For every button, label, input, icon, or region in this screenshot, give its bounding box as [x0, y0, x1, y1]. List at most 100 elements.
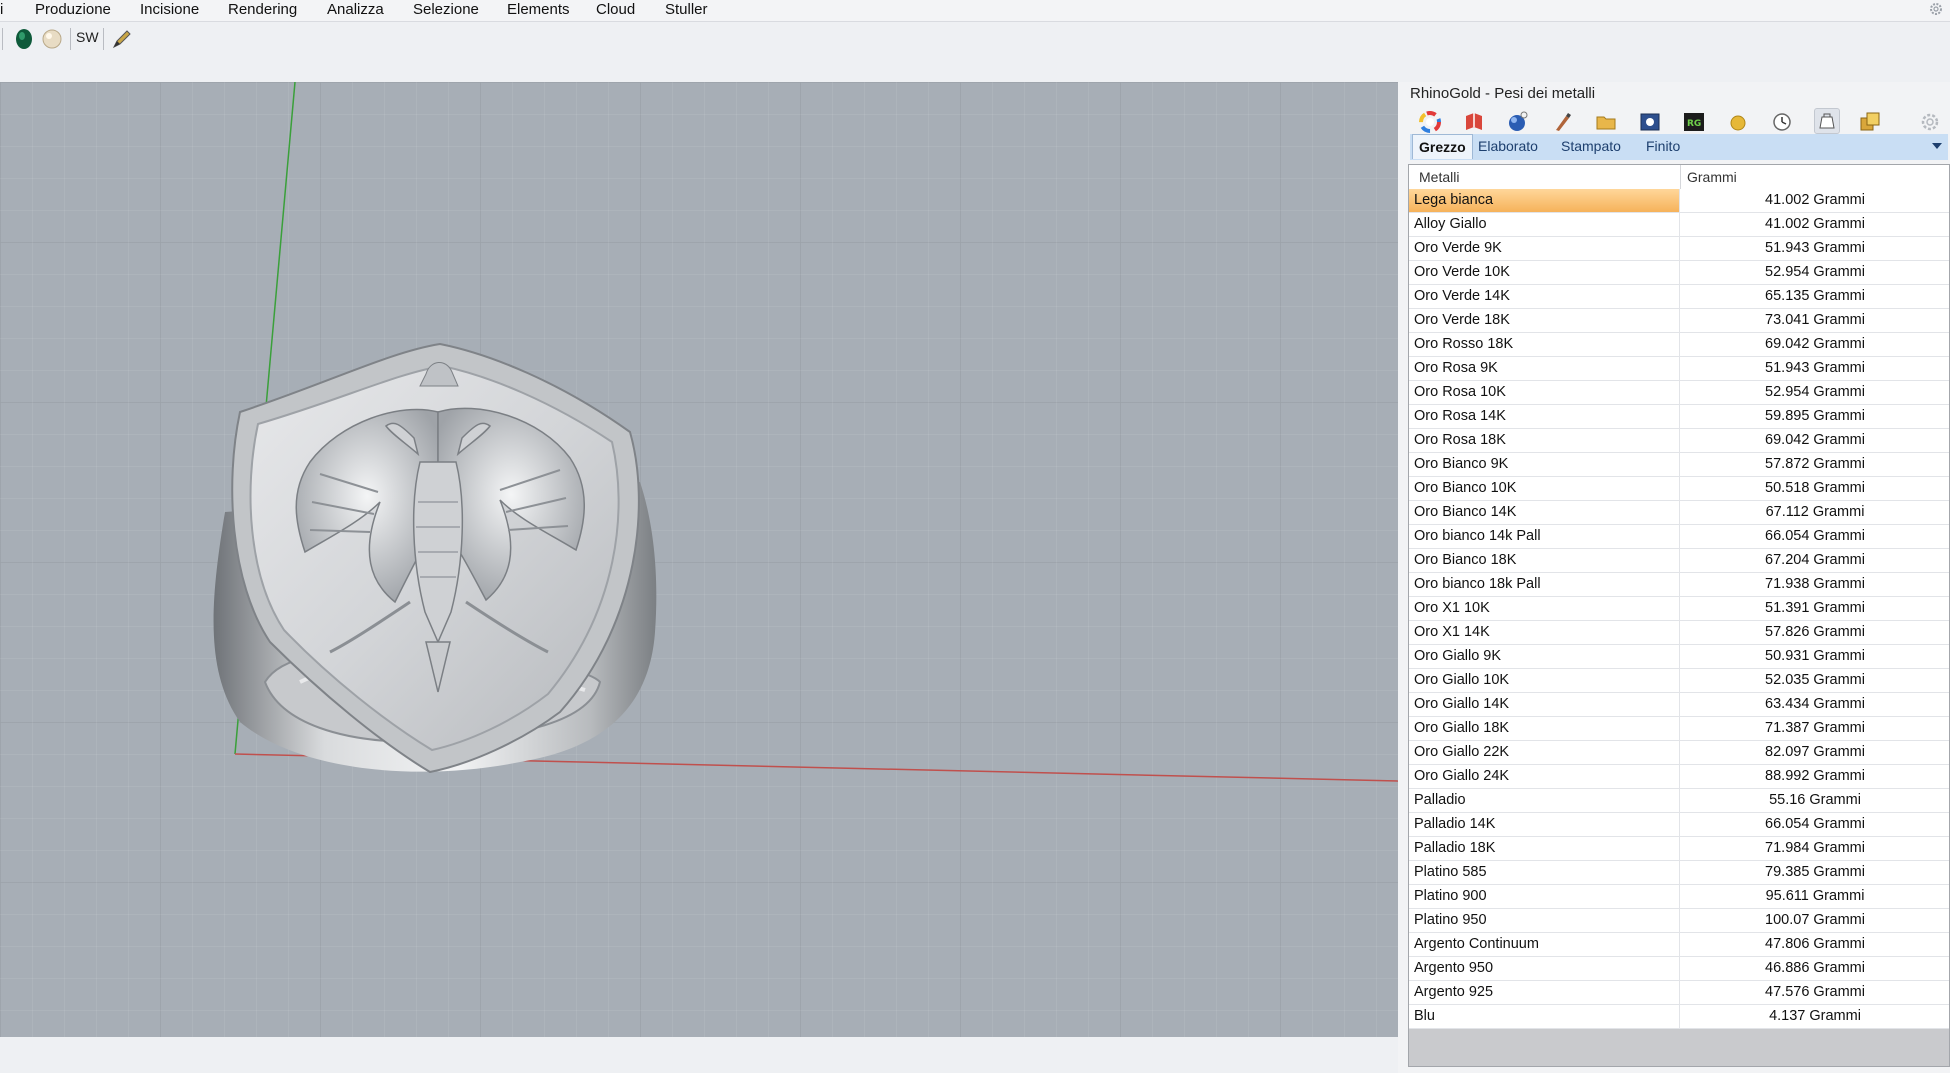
column-divider[interactable] [1680, 165, 1681, 189]
table-body: Lega bianca 41.002 Grammi Alloy Giallo 41.0… [1409, 189, 1949, 1029]
metal-name-cell: Oro Giallo 9K [1409, 645, 1680, 668]
clock-icon[interactable] [1770, 110, 1794, 134]
table-row[interactable]: Platino 950 100.07 Grammi [1409, 909, 1949, 933]
table-row[interactable]: Oro Verde 14K 65.135 Grammi [1409, 285, 1949, 309]
menu-item-cloud[interactable]: Cloud [596, 1, 635, 18]
tab-finito[interactable]: Finito [1646, 138, 1680, 154]
table-row[interactable]: Oro Rosa 10K 52.954 Grammi [1409, 381, 1949, 405]
table-row[interactable]: Palladio 18K 71.984 Grammi [1409, 837, 1949, 861]
menu-item-incisione[interactable]: Incisione [140, 1, 199, 18]
metal-name-cell: Oro Giallo 22K [1409, 741, 1680, 764]
table-row[interactable]: Oro Rosa 18K 69.042 Grammi [1409, 429, 1949, 453]
table-row[interactable]: Platino 585 79.385 Grammi [1409, 861, 1949, 885]
table-row[interactable]: Oro Bianco 14K 67.112 Grammi [1409, 501, 1949, 525]
menu-item-stuller[interactable]: Stuller [665, 1, 708, 18]
gem-settings-icon[interactable] [1506, 110, 1530, 134]
menu-item-partial[interactable]: i [0, 1, 3, 18]
menu-item-rendering[interactable]: Rendering [228, 1, 297, 18]
column-header-metalli[interactable]: Metalli [1419, 169, 1459, 185]
menu-item-produzione[interactable]: Produzione [35, 1, 111, 18]
grams-cell: 71.984 Grammi [1765, 840, 1865, 856]
settings-gear-icon[interactable] [1928, 1, 1944, 17]
gem-icon[interactable] [12, 27, 36, 51]
table-row[interactable]: Oro X1 14K 57.826 Grammi [1409, 621, 1949, 645]
table-row[interactable]: Oro Verde 9K 51.943 Grammi [1409, 237, 1949, 261]
grams-cell: 71.938 Grammi [1765, 576, 1865, 592]
table-row[interactable]: Lega bianca 41.002 Grammi [1409, 189, 1949, 213]
panel-settings-gear-icon[interactable] [1918, 110, 1942, 134]
metal-name-cell: Oro Rosa 14K [1409, 405, 1680, 428]
table-row[interactable]: Palladio 55.16 Grammi [1409, 789, 1949, 813]
menu-item-elements[interactable]: Elements [507, 1, 570, 18]
table-row[interactable]: Oro Rosa 9K 51.943 Grammi [1409, 357, 1949, 381]
table-row[interactable]: Oro bianco 14k Pall 66.054 Grammi [1409, 525, 1949, 549]
table-row[interactable]: Oro Verde 18K 73.041 Grammi [1409, 309, 1949, 333]
table-row[interactable]: Blu 4.137 Grammi [1409, 1005, 1949, 1029]
table-row[interactable]: Oro Bianco 9K 57.872 Grammi [1409, 453, 1949, 477]
metal-name-cell: Platino 900 [1409, 885, 1680, 908]
metal-name-cell: Oro Rosso 18K [1409, 333, 1680, 356]
tab-stampato[interactable]: Stampato [1561, 138, 1621, 154]
menu-item-selezione[interactable]: Selezione [413, 1, 479, 18]
table-row[interactable]: Oro Verde 10K 52.954 Grammi [1409, 261, 1949, 285]
table-row[interactable]: Oro Rosa 14K 59.895 Grammi [1409, 405, 1949, 429]
table-row[interactable]: Oro Giallo 10K 52.035 Grammi [1409, 669, 1949, 693]
table-row[interactable]: Argento 950 46.886 Grammi [1409, 957, 1949, 981]
table-row[interactable]: Oro Bianco 18K 67.204 Grammi [1409, 549, 1949, 573]
table-row[interactable]: Palladio 14K 66.054 Grammi [1409, 813, 1949, 837]
metals-icon[interactable] [1858, 110, 1882, 134]
metal-name-cell: Palladio [1409, 789, 1680, 812]
grams-cell: 100.07 Grammi [1765, 912, 1865, 928]
tabs-dropdown-arrow-icon[interactable] [1932, 143, 1942, 149]
grams-cell: 51.391 Grammi [1765, 600, 1865, 616]
rg-logo-icon[interactable]: RG [1682, 110, 1706, 134]
pearl-icon[interactable] [40, 27, 64, 51]
tab-elaborato[interactable]: Elaborato [1478, 138, 1538, 154]
column-header-grammi[interactable]: Grammi [1687, 169, 1737, 185]
metal-name-cell: Oro Bianco 9K [1409, 453, 1680, 476]
table-row[interactable]: Oro Bianco 10K 50.518 Grammi [1409, 477, 1949, 501]
grams-cell: 59.895 Grammi [1765, 408, 1865, 424]
table-row[interactable]: Argento 925 47.576 Grammi [1409, 981, 1949, 1005]
metal-name-cell: Oro bianco 18k Pall [1409, 573, 1680, 596]
table-row[interactable]: Oro Giallo 9K 50.931 Grammi [1409, 645, 1949, 669]
table-row[interactable]: Oro Giallo 14K 63.434 Grammi [1409, 693, 1949, 717]
color-wheel-icon[interactable] [1418, 110, 1442, 134]
grams-cell: 95.611 Grammi [1765, 888, 1865, 904]
metal-name-cell: Platino 950 [1409, 909, 1680, 932]
weight-icon[interactable] [1814, 108, 1840, 134]
tab-grezzo[interactable]: Grezzo [1412, 134, 1473, 159]
image-icon[interactable] [1638, 110, 1662, 134]
table-row[interactable]: Alloy Giallo 41.002 Grammi [1409, 213, 1949, 237]
metal-name-cell: Platino 585 [1409, 861, 1680, 884]
grams-cell: 51.943 Grammi [1765, 360, 1865, 376]
pencil-icon[interactable] [110, 27, 134, 51]
table-row[interactable]: Oro Giallo 24K 88.992 Grammi [1409, 765, 1949, 789]
sw-button[interactable]: SW [76, 29, 99, 45]
book-icon[interactable] [1462, 110, 1486, 134]
table-row[interactable]: Platino 900 95.611 Grammi [1409, 885, 1949, 909]
metal-name-cell: Oro Rosa 18K [1409, 429, 1680, 452]
table-row[interactable]: Oro X1 10K 51.391 Grammi [1409, 597, 1949, 621]
toolbar-separator [70, 28, 71, 50]
folder-icon[interactable] [1594, 110, 1618, 134]
table-row[interactable]: Argento Continuum 47.806 Grammi [1409, 933, 1949, 957]
menu-item-analizza[interactable]: Analizza [327, 1, 384, 18]
metal-name-cell: Oro Verde 14K [1409, 285, 1680, 308]
perspective-viewport[interactable] [0, 82, 1398, 1037]
metal-name-cell: Lega bianca [1409, 189, 1680, 212]
metals-table: Metalli Grammi Lega bianca 41.002 Grammi A… [1408, 164, 1950, 1067]
grams-cell: 50.518 Grammi [1765, 480, 1865, 496]
metal-name-cell: Oro bianco 14k Pall [1409, 525, 1680, 548]
table-row[interactable]: Oro Giallo 22K 82.097 Grammi [1409, 741, 1949, 765]
table-row[interactable]: Oro bianco 18k Pall 71.938 Grammi [1409, 573, 1949, 597]
grams-cell: 88.992 Grammi [1765, 768, 1865, 784]
gold-coin-icon[interactable] [1726, 110, 1750, 134]
table-row[interactable]: Oro Giallo 18K 71.387 Grammi [1409, 717, 1949, 741]
table-row[interactable]: Oro Rosso 18K 69.042 Grammi [1409, 333, 1949, 357]
toolbar-separator [2, 28, 3, 50]
signet-ring-model[interactable] [213, 342, 657, 774]
grams-cell: 4.137 Grammi [1769, 1008, 1861, 1024]
brush-icon[interactable] [1550, 110, 1574, 134]
toolbar: SW [0, 22, 1950, 82]
